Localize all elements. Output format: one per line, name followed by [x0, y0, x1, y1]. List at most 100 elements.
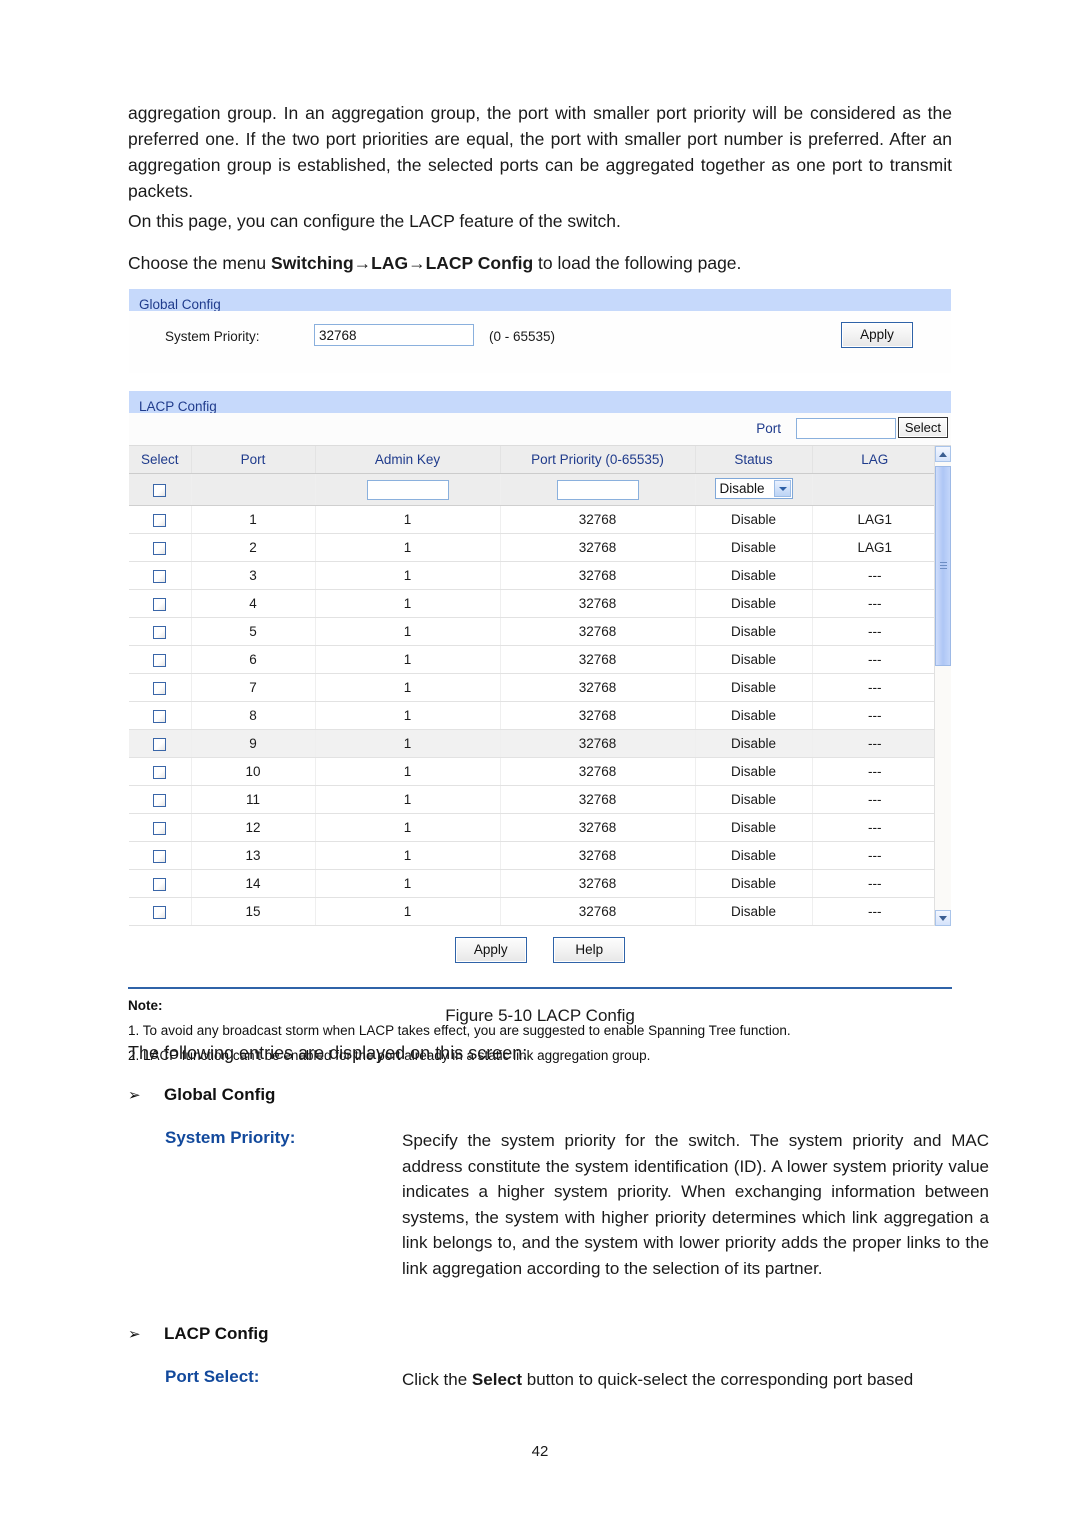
row-port-cell: 14 [191, 869, 316, 898]
filter-admin-key-cell [315, 473, 501, 506]
table-vertical-scrollbar[interactable] [934, 446, 951, 926]
select-all-checkbox[interactable] [153, 483, 167, 497]
row-status-cell: Disable [695, 757, 813, 786]
row-status-cell: Disable [695, 701, 813, 730]
table-row: 3 1 32768 Disable --- [129, 561, 937, 590]
row-select-cell [129, 841, 192, 870]
paragraph-following-entries: The following entries are displayed on t… [128, 1043, 528, 1063]
port-select-text-before: Click the [402, 1370, 472, 1389]
global-apply-button[interactable]: Apply [841, 322, 913, 348]
row-port-cell: 4 [191, 589, 316, 618]
row-checkbox[interactable] [153, 793, 167, 807]
row-port-cell: 10 [191, 757, 316, 786]
table-row: 15 1 32768 Disable --- [129, 897, 937, 926]
choose-menu-suffix: to load the following page. [533, 253, 742, 273]
entry-port-select-description: Click the Select button to quick-select … [402, 1367, 989, 1393]
filter-status-cell: Disable [695, 473, 813, 506]
lacp-help-button[interactable]: Help [553, 937, 626, 963]
row-admin-key-cell: 1 [315, 617, 501, 646]
row-lag-cell: --- [812, 673, 937, 702]
row-port-cell: 3 [191, 561, 316, 590]
menu-path: Switching→LAG→LACP Config [271, 253, 534, 273]
row-checkbox[interactable] [153, 653, 167, 667]
port-select-text-after: button to quick-select the corresponding… [522, 1370, 914, 1389]
col-header-admin-key: Admin Key [315, 446, 501, 474]
row-port-cell: 15 [191, 897, 316, 926]
port-search-input[interactable] [796, 418, 896, 439]
row-select-cell [129, 673, 192, 702]
entry-system-priority-label: System Priority: [165, 1128, 296, 1147]
row-admin-key-cell: 1 [315, 869, 501, 898]
row-port-priority-cell: 32768 [500, 841, 696, 870]
scroll-up-arrow-icon[interactable] [935, 446, 951, 462]
row-checkbox[interactable] [153, 681, 167, 695]
row-admin-key-cell: 1 [315, 589, 501, 618]
table-row: 1 1 32768 Disable LAG1 [129, 505, 937, 534]
row-checkbox[interactable] [153, 597, 167, 611]
lacp-table-head: Select Port Admin Key Port Priority (0-6… [129, 446, 937, 474]
row-checkbox[interactable] [153, 821, 167, 835]
col-header-status: Status [695, 446, 813, 474]
table-row: 12 1 32768 Disable --- [129, 813, 937, 842]
row-lag-cell: --- [812, 897, 937, 926]
scrollbar-thumb[interactable] [935, 466, 951, 666]
table-row: 6 1 32768 Disable --- [129, 645, 937, 674]
filter-port-priority-input[interactable] [556, 479, 639, 500]
row-admin-key-cell: 1 [315, 645, 501, 674]
row-checkbox[interactable] [153, 765, 167, 779]
system-priority-input[interactable] [314, 324, 474, 346]
row-lag-cell: --- [812, 785, 937, 814]
row-checkbox[interactable] [153, 849, 167, 863]
port-select-button[interactable]: Select [897, 417, 948, 438]
row-checkbox[interactable] [153, 625, 167, 639]
filter-select-cell [129, 473, 192, 506]
row-checkbox[interactable] [153, 737, 167, 751]
row-select-cell [129, 645, 192, 674]
row-port-cell: 2 [191, 533, 316, 562]
table-row: 4 1 32768 Disable --- [129, 589, 937, 618]
heading-lacp-config: ➢ LACP Config [128, 1324, 952, 1344]
row-port-priority-cell: 32768 [500, 785, 696, 814]
scroll-down-arrow-icon[interactable] [935, 910, 951, 926]
filter-status-value: Disable [719, 480, 765, 496]
row-port-cell: 6 [191, 645, 316, 674]
entry-port-select-label: Port Select: [165, 1367, 260, 1386]
filter-port-cell [191, 473, 316, 506]
row-checkbox[interactable] [153, 905, 167, 919]
chevron-down-icon[interactable] [773, 479, 791, 497]
row-checkbox[interactable] [153, 541, 167, 555]
port-select-bold-word: Select [471, 1370, 523, 1389]
row-lag-cell: --- [812, 869, 937, 898]
row-port-priority-cell: 32768 [500, 561, 696, 590]
row-checkbox[interactable] [153, 569, 167, 583]
row-select-cell [129, 701, 192, 730]
row-lag-cell: LAG1 [812, 533, 937, 562]
row-select-cell [129, 757, 192, 786]
lacp-apply-button[interactable]: Apply [454, 937, 527, 963]
page-number: 42 [531, 1443, 549, 1460]
row-port-priority-cell: 32768 [500, 617, 696, 646]
row-checkbox[interactable] [153, 513, 167, 527]
filter-status-select[interactable]: Disable [714, 477, 793, 499]
row-port-cell: 1 [191, 505, 316, 534]
row-select-cell [129, 813, 192, 842]
lacp-config-panel: LACP Config Port Select Select Port Admi… [128, 390, 952, 977]
document-page: aggregation group. In an aggregation gro… [0, 0, 1080, 1527]
row-checkbox[interactable] [153, 877, 167, 891]
row-admin-key-cell: 1 [315, 561, 501, 590]
lacp-table-area: Select Port Admin Key Port Priority (0-6… [129, 446, 951, 976]
row-port-priority-cell: 32768 [500, 869, 696, 898]
row-lag-cell: --- [812, 813, 937, 842]
row-port-cell: 11 [191, 785, 316, 814]
lacp-config-title: LACP Config [129, 391, 951, 414]
row-lag-cell: --- [812, 645, 937, 674]
table-row: 11 1 32768 Disable --- [129, 785, 937, 814]
system-priority-label: System Priority: [165, 329, 260, 344]
row-select-cell [129, 561, 192, 590]
row-port-cell: 13 [191, 841, 316, 870]
row-checkbox[interactable] [153, 709, 167, 723]
paragraph-intro: aggregation group. In an aggregation gro… [128, 103, 952, 201]
filter-admin-key-input[interactable] [366, 479, 449, 500]
row-port-priority-cell: 32768 [500, 701, 696, 730]
row-admin-key-cell: 1 [315, 673, 501, 702]
